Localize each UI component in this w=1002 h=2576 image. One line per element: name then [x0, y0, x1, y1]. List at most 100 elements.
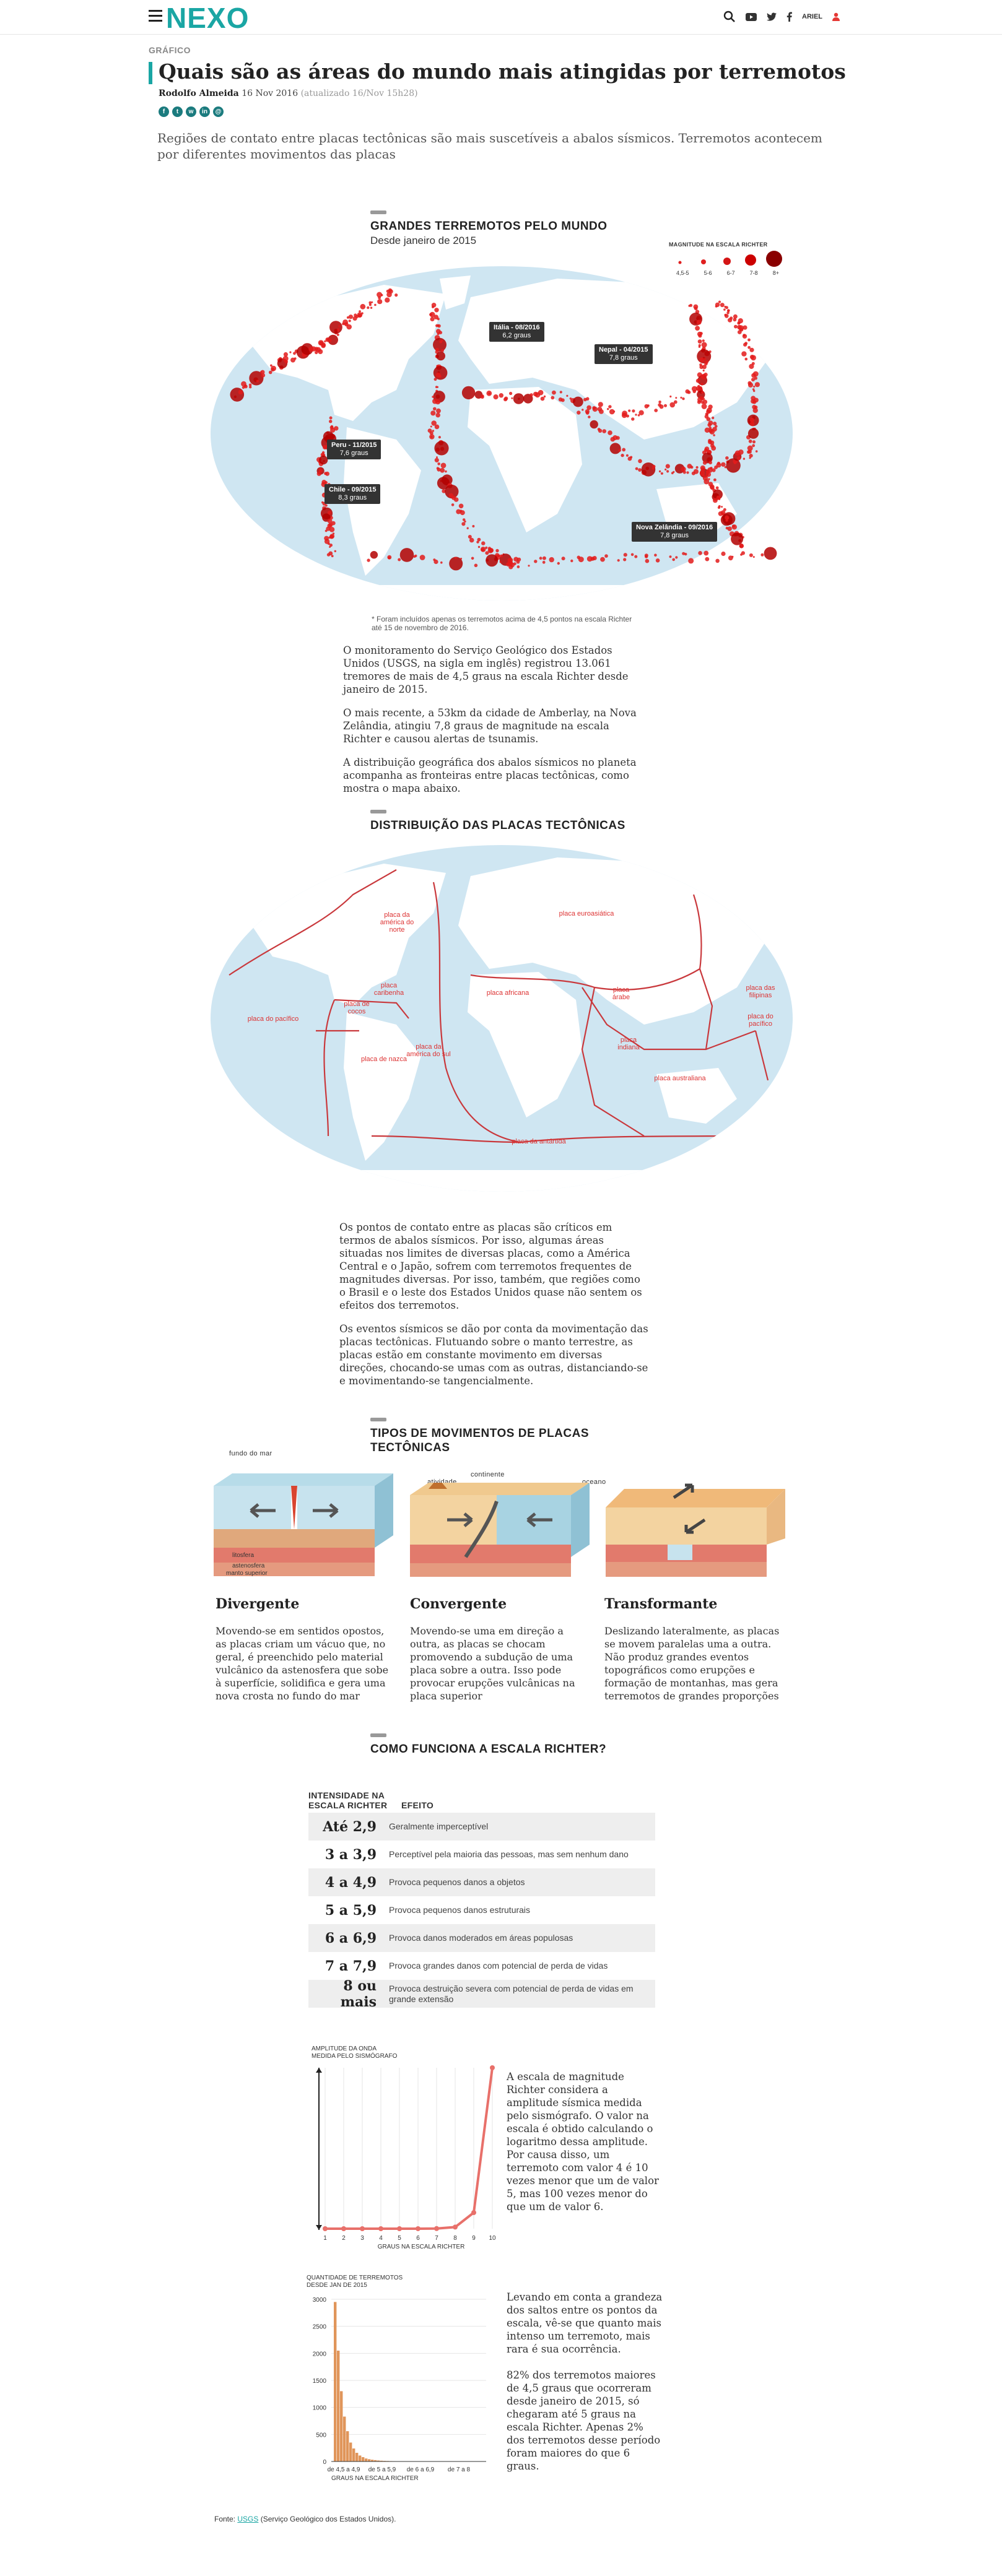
paragraph: O mais recente, a 53km da cidade de Ambe…	[343, 707, 637, 745]
paragraph: A distribuição geográfica dos abalos sís…	[343, 757, 637, 794]
youtube-icon[interactable]	[746, 12, 757, 21]
bar	[334, 2302, 337, 2461]
source-prefix: Fonte:	[214, 2515, 238, 2523]
label-upper-mantle: manto superior	[226, 1570, 268, 1577]
data-point	[323, 2226, 328, 2231]
share-twitter-icon[interactable]: t	[172, 106, 183, 117]
callout-nepal[interactable]: Nepal - 04/2015 7,8 graus	[595, 344, 653, 364]
x-tick-label: de 5 a 5,9	[368, 2466, 396, 2473]
x-tick-label: 2	[342, 2235, 346, 2242]
movements-header: TIPOS DE MOVIMENTOS DE PLACAS TECTÔNICAS	[370, 1418, 630, 1455]
callout-italy[interactable]: Itália - 08/2016 6,2 graus	[489, 322, 544, 342]
movement-transform: Transformante Deslizando lateralmente, a…	[604, 1585, 784, 1702]
data-point	[453, 2224, 458, 2230]
facebook-icon[interactable]	[786, 12, 792, 22]
article-kicker: GRÁFICO	[149, 45, 191, 55]
source-link[interactable]: USGS	[237, 2515, 258, 2523]
plate-label: placa das filipinas	[746, 984, 775, 999]
data-point	[490, 2065, 495, 2070]
movement-convergent: Convergente Movendo-se uma em direção a …	[410, 1585, 590, 1702]
data-point	[434, 2226, 439, 2231]
bar	[355, 2453, 359, 2461]
text-frequency: Levando em conta a grandeza dos saltos e…	[507, 2291, 663, 2473]
label-seafloor: fundo do mar	[229, 1450, 272, 1457]
plate-label: placa do pacífico	[747, 1013, 773, 1028]
movement-name: Convergente	[410, 1596, 507, 1612]
callout-chile[interactable]: Chile - 09/2015 8,3 graus	[325, 484, 381, 504]
plate-label: placa caribenha	[373, 982, 404, 997]
paragraph: 82% dos terremotos maiores de 4,5 graus …	[507, 2369, 661, 2472]
y-axis-label: AMPLITUDE DA ONDA MEDIDA PELO SISMÓGRAFO	[311, 2045, 398, 2060]
share-bar: f t w in @	[159, 106, 224, 117]
plate-label: placa australiana	[654, 1075, 706, 1082]
table-row: 4 a 4,9 Provoca pequenos danos a objetos	[308, 1868, 655, 1896]
table-row: Até 2,9 Geralmente imperceptível	[308, 1813, 655, 1841]
map1-title: GRANDES TERREMOTOS PELO MUNDO	[370, 220, 608, 233]
share-whatsapp-icon[interactable]: w	[186, 106, 196, 117]
richter-header: COMO FUNCIONA A ESCALA RICHTER?	[370, 1733, 606, 1756]
article-title: Quais são as áreas do mundo mais atingid…	[159, 59, 846, 84]
movement-desc: Deslizando lateralmente, as placas se mo…	[604, 1625, 780, 1702]
author-link[interactable]: Rodolfo Almeida	[159, 89, 239, 98]
movement-desc: Movendo-se uma em direção a outra, as pl…	[410, 1625, 575, 1702]
table-row: 7 a 7,9 Provoca grandes danos com potenci…	[325, 1958, 608, 1974]
transform-diagram	[606, 1483, 785, 1577]
menu-icon[interactable]	[149, 10, 162, 22]
share-facebook-icon[interactable]: f	[159, 106, 169, 117]
data-point	[416, 2226, 420, 2231]
user-icon[interactable]	[832, 12, 840, 21]
text-amplitude: A escala de magnitude Richter considera …	[507, 2071, 659, 2213]
callout-peru[interactable]: Peru - 11/2015 7,6 graus	[327, 440, 381, 459]
article-lead: Regiões de contato entre placas tectônic…	[157, 131, 822, 162]
plate-label: placa da américa do norte	[380, 911, 414, 934]
twitter-icon[interactable]	[767, 12, 777, 21]
user-name[interactable]: ARIEL	[802, 13, 822, 20]
paragraph: O monitoramento do Serviço Geológico dos…	[343, 644, 629, 695]
paragraph: Os eventos sísmicos se dão por conta da …	[339, 1323, 648, 1387]
share-linkedin-icon[interactable]: in	[199, 106, 210, 117]
top-bar: NEXO ARIEL	[0, 0, 1002, 35]
table-row: 3 a 3,9 Perceptível pela maioria das pess…	[325, 1846, 629, 1863]
data-point	[378, 2226, 383, 2231]
y-tick-label: 1500	[313, 2378, 327, 2385]
plate-label: placa da antártida	[512, 1138, 566, 1145]
data-point	[397, 2226, 402, 2231]
x-tick-label: de 6 a 6,9	[407, 2466, 435, 2473]
callout-new-zealand[interactable]: Nova Zelândia - 09/2016 7,8 graus	[632, 522, 718, 542]
x-tick-label: de 4,5 a 4,9	[328, 2466, 360, 2473]
source-suffix: (Serviço Geológico dos Estados Unidos).	[258, 2515, 396, 2523]
site-logo[interactable]: NEXO	[166, 1, 249, 35]
x-tick-label: 7	[435, 2235, 438, 2242]
label-asthenosphere: astenosfera	[232, 1563, 265, 1569]
paragraph: Os pontos de contato entre as placas são…	[339, 1221, 642, 1311]
bar	[349, 2442, 352, 2461]
share-email-icon[interactable]: @	[213, 106, 224, 117]
plate-label: placa euroasiática	[559, 910, 614, 917]
divergent-diagram: litosfera astenosfera manto superior	[214, 1473, 393, 1577]
x-tick-label: 6	[416, 2235, 420, 2242]
x-axis-label: GRAUS NA ESCALA RICHTER	[331, 2475, 419, 2482]
richter-table: INTENSIDADE NA ESCALA RICHTER EFEITO Até…	[308, 1782, 655, 2010]
bar	[337, 2350, 340, 2461]
updated-date: (atualizado 16/Nov 15h28)	[300, 89, 418, 98]
richter-title: COMO FUNCIONA A ESCALA RICHTER?	[370, 1743, 607, 1756]
data-point	[471, 2210, 476, 2215]
movement-name: Divergente	[216, 1596, 300, 1612]
plate-label: placa indiana	[617, 1036, 640, 1051]
search-icon[interactable]	[723, 11, 736, 23]
label-lithosphere: litosfera	[232, 1552, 254, 1559]
map2-header: DISTRIBUIÇÃO DAS PLACAS TECTÔNICAS	[370, 810, 625, 833]
x-axis-label: GRAUS NA ESCALA RICHTER	[378, 2244, 465, 2250]
paragraph: Levando em conta a grandeza dos saltos e…	[507, 2291, 663, 2355]
text-block-2: Os pontos de contato entre as placas são…	[339, 1221, 649, 1398]
amplitude-line	[325, 2067, 494, 2230]
x-tick-label: 3	[360, 2235, 364, 2242]
publish-date: 16 Nov 2016	[242, 89, 298, 98]
x-tick-label: 5	[398, 2235, 401, 2242]
byline: Rodolfo Almeida 16 Nov 2016 (atualizado …	[159, 89, 418, 98]
x-tick-label: 1	[323, 2235, 327, 2242]
x-tick-label: 9	[472, 2235, 476, 2242]
bar	[362, 2457, 365, 2461]
y-tick-label: 2000	[313, 2351, 327, 2357]
y-axis-arrow	[316, 2225, 322, 2230]
